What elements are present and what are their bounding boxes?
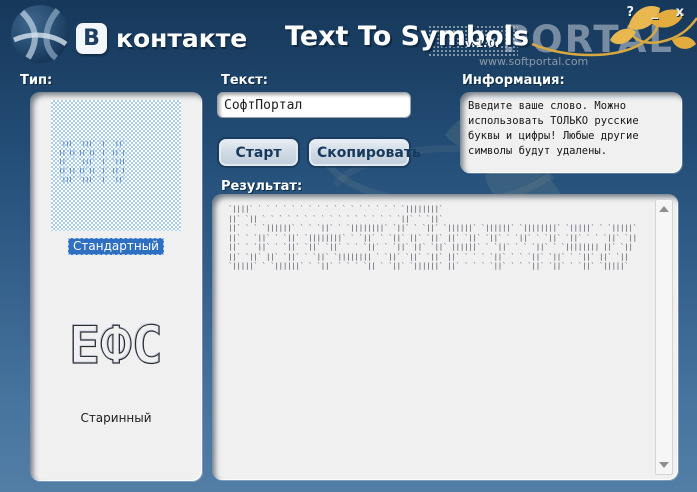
app-window: В контакте PORTAL www.softportal.com Tex… [0, 0, 697, 492]
type-panel: `|||` `|||` `|` `||` ||`|| ||`|| `|` ||`… [30, 92, 202, 481]
type-preview-standard: `|||` `|||` `|` `||` ||`|| ||`|| `|` ||`… [51, 100, 181, 231]
info-panel: Введите ваше слово. Можно использовать Т… [460, 92, 682, 173]
standard-preview-art: `|||` `|||` `|` `||` ||`|| ||`|| `|` ||`… [59, 140, 125, 185]
svg-text:ЕФС: ЕФС [68, 315, 162, 375]
app-version: v.1.0. [465, 37, 499, 50]
type-item-standard-label[interactable]: Стандартный [68, 238, 164, 255]
text-input[interactable] [217, 92, 411, 118]
type-preview-old: ЕФС ЕФС [64, 301, 168, 381]
help-button[interactable]: ? [627, 5, 636, 20]
type-item-old-label[interactable]: Старинный [80, 411, 151, 425]
vk-brand-name: контакте [116, 24, 247, 53]
start-button[interactable]: Старт [219, 139, 298, 166]
result-ascii-art: `||||` ` ` ` ` ` ` ` ` ` ` ` ` ` ` ` ` `… [224, 205, 646, 272]
vk-brand: В контакте [76, 23, 247, 54]
info-text: Введите ваше слово. Можно использовать Т… [460, 92, 682, 166]
info-label: Информация: [462, 73, 565, 88]
close-button[interactable]: x [676, 5, 685, 20]
vk-badge-letter: В [83, 26, 100, 51]
copy-button[interactable]: Скопировать [309, 139, 409, 166]
result-label: Результат: [221, 179, 302, 194]
type-item-standard[interactable]: `|||` `|||` `|` `||` ||`|| ||`|| `|` ||`… [30, 100, 202, 255]
titlebar-controls: ? _ x [616, 5, 686, 20]
scroll-down-icon[interactable] [659, 462, 669, 468]
globe-logo-icon [8, 2, 72, 66]
type-label: Тип: [20, 73, 52, 88]
vk-badge: В [76, 23, 107, 54]
result-textarea[interactable]: `||||` ` ` ` ` ` ` ` ` ` ` ` ` ` ` ` ` `… [212, 194, 678, 480]
result-scrollbar[interactable] [655, 199, 673, 475]
text-label: Текст: [221, 73, 268, 88]
type-item-old[interactable]: ЕФС ЕФС Старинный [30, 255, 202, 426]
minimize-button[interactable]: _ [652, 5, 660, 20]
scroll-up-icon[interactable] [659, 206, 669, 212]
